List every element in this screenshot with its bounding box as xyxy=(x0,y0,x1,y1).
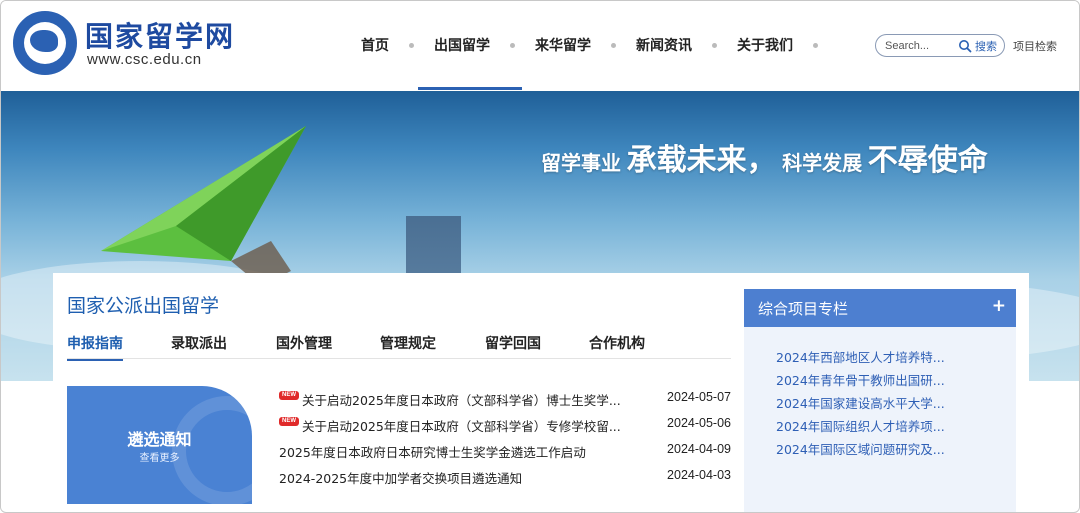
side-box-title: 综合项目专栏 xyxy=(758,300,849,318)
nav-home[interactable]: 首页 xyxy=(341,35,409,55)
tab-admission[interactable]: 录取派出 xyxy=(171,333,227,353)
news-date: 2024-04-03 xyxy=(667,468,731,482)
tab-overseas-management[interactable]: 国外管理 xyxy=(276,333,332,353)
news-title[interactable]: 2024-2025年度中加学者交换项目遴选通知 xyxy=(279,468,639,487)
site-name[interactable]: 国家留学网 xyxy=(85,15,235,55)
side-box-header: 综合项目专栏 + xyxy=(744,289,1016,327)
nav-study-in-china[interactable]: 来华留学 xyxy=(515,35,611,55)
news-date: 2024-05-06 xyxy=(667,416,731,430)
slogan-part-1: 留学事业 xyxy=(541,151,621,175)
news-date: 2024-04-09 xyxy=(667,442,731,456)
side-project-link[interactable]: 2024年国际区域问题研究及... xyxy=(776,439,945,462)
nav-news[interactable]: 新闻资讯 xyxy=(616,35,712,55)
news-item[interactable]: 2025年度日本政府日本研究博士生奖学金遴选工作启动 2024-04-09 xyxy=(279,439,731,465)
comprehensive-projects-box: 综合项目专栏 + 2024年西部地区人才培养特... 2024年青年骨干教师出国… xyxy=(744,289,1016,512)
project-search-link[interactable]: 项目检索 xyxy=(1013,38,1057,54)
selection-notice-card[interactable]: 遴选通知 查看更多 xyxy=(67,386,252,504)
page-frame: 国家留学网 www.csc.edu.cn 首页 出国留学 来华留学 新闻资讯 关… xyxy=(0,0,1080,513)
nav-active-indicator xyxy=(418,87,522,90)
content-panel: 国家公派出国留学 申报指南 录取派出 国外管理 管理规定 留学回国 合作机构 遴… xyxy=(53,273,1029,512)
news-date: 2024-05-07 xyxy=(667,390,731,404)
site-url: www.csc.edu.cn xyxy=(87,51,202,68)
new-badge: NEW xyxy=(279,417,299,426)
side-project-link[interactable]: 2024年国际组织人才培养项... xyxy=(776,416,945,439)
news-title[interactable]: 关于启动2025年度日本政府（文部科学省）博士生奖学... xyxy=(302,390,632,409)
news-item[interactable]: NEW 关于启动2025年度日本政府（文部科学省）专修学校留... 2024-0… xyxy=(279,413,731,439)
paper-plane-icon xyxy=(101,126,306,286)
news-title[interactable]: 2025年度日本政府日本研究博士生奖学金遴选工作启动 xyxy=(279,442,639,461)
search-icon[interactable] xyxy=(958,39,972,53)
side-project-link[interactable]: 2024年西部地区人才培养特... xyxy=(776,347,945,370)
section-title: 国家公派出国留学 xyxy=(67,295,220,317)
slogan-part-4: 不辱使命 xyxy=(867,143,988,178)
site-header: 国家留学网 www.csc.edu.cn 首页 出国留学 来华留学 新闻资讯 关… xyxy=(1,1,1079,91)
tab-partners[interactable]: 合作机构 xyxy=(589,333,645,353)
news-title[interactable]: 关于启动2025年度日本政府（文部科学省）专修学校留... xyxy=(302,416,632,435)
banner-slogan: 留学事业 承载未来， 科学发展 不辱使命 xyxy=(541,135,988,179)
nav-separator-dot xyxy=(813,42,818,48)
tab-return[interactable]: 留学回国 xyxy=(485,333,541,353)
csc-logo[interactable] xyxy=(13,11,77,75)
search-box: 搜索 xyxy=(875,34,1005,57)
search-input[interactable] xyxy=(885,38,957,54)
tab-application-guide[interactable]: 申报指南 xyxy=(67,333,123,361)
side-project-link[interactable]: 2024年青年骨干教师出国研... xyxy=(776,370,945,393)
expand-plus-icon[interactable]: + xyxy=(992,296,1006,316)
nav-study-abroad[interactable]: 出国留学 xyxy=(414,35,510,55)
search-button[interactable]: 搜索 xyxy=(975,38,997,54)
logo-swirl-icon xyxy=(30,30,58,52)
news-item[interactable]: 2024-2025年度中加学者交换项目遴选通知 2024-04-03 xyxy=(279,465,731,491)
notice-card-title: 遴选通知 xyxy=(127,430,192,449)
side-project-link[interactable]: 2024年国家建设高水平大学... xyxy=(776,393,945,416)
news-item[interactable]: NEW 关于启动2025年度日本政府（文部科学省）博士生奖学... 2024-0… xyxy=(279,387,731,413)
nav-about-us[interactable]: 关于我们 xyxy=(717,35,813,55)
slogan-part-2: 承载未来， xyxy=(626,143,777,178)
tab-regulations[interactable]: 管理规定 xyxy=(380,333,436,353)
side-project-list: 2024年西部地区人才培养特... 2024年青年骨干教师出国研... 2024… xyxy=(776,347,945,462)
notice-card-more[interactable]: 查看更多 xyxy=(67,449,252,464)
category-tabs: 申报指南 录取派出 国外管理 管理规定 留学回国 合作机构 xyxy=(67,333,731,361)
main-nav: 首页 出国留学 来华留学 新闻资讯 关于我们 xyxy=(341,35,818,55)
slogan-part-3: 科学发展 xyxy=(782,151,863,175)
news-list: NEW 关于启动2025年度日本政府（文部科学省）博士生奖学... 2024-0… xyxy=(279,387,731,491)
new-badge: NEW xyxy=(279,391,299,400)
